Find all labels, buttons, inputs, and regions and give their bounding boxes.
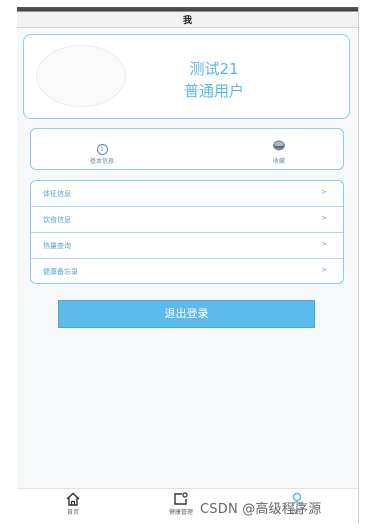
home-icon <box>66 492 80 506</box>
menu-item-label: 热量查询 <box>43 242 71 250</box>
info-icon: i <box>96 144 108 155</box>
top-navigation-bar: 我 <box>17 7 358 28</box>
favorite-icon <box>273 140 285 151</box>
tab-home[interactable]: 首页 <box>43 492 103 516</box>
favorites-label: 收藏 <box>272 158 285 165</box>
profile-card: 测试21 普通用户 <box>23 34 350 119</box>
chevron-right-icon: > <box>321 214 327 222</box>
menu-item-diet-info[interactable]: 饮食信息 > <box>31 207 343 233</box>
user-name: 测试21 <box>189 60 239 78</box>
user-role: 普通用户 <box>183 82 244 100</box>
chevron-right-icon: > <box>321 188 327 196</box>
menu-item-label: 饮食信息 <box>43 216 71 224</box>
quick-actions-card: i 基本信息 收藏 <box>30 128 344 170</box>
menu-item-label: 体征信息 <box>43 190 71 198</box>
app-frame: 我 测试21 普通用户 i 基本信息 收藏 体征信息 > 饮食信息 > 热量查询… <box>17 7 359 523</box>
avatar[interactable] <box>36 45 126 107</box>
chevron-right-icon: > <box>321 240 327 248</box>
page-title: 我 <box>182 16 192 26</box>
menu-item-label: 健康备忘录 <box>43 268 78 276</box>
basic-info-button[interactable]: i 基本信息 <box>67 136 137 165</box>
logout-button[interactable]: 退出登录 <box>58 300 315 328</box>
basic-info-label: 基本信息 <box>89 158 114 165</box>
menu-item-health-memo[interactable]: 健康备忘录 > <box>31 259 343 283</box>
chevron-right-icon: > <box>321 266 327 274</box>
health-icon <box>174 492 188 505</box>
watermark: CSDN @高级程序源 <box>200 502 322 517</box>
menu-item-calorie-lookup[interactable]: 热量查询 > <box>31 233 343 259</box>
tab-home-label: 首页 <box>66 509 79 516</box>
menu-item-vital-signs[interactable]: 体征信息 > <box>31 181 343 207</box>
menu-list: 体征信息 > 饮食信息 > 热量查询 > 健康备忘录 > <box>30 180 344 284</box>
favorites-button[interactable]: 收藏 <box>244 136 314 165</box>
